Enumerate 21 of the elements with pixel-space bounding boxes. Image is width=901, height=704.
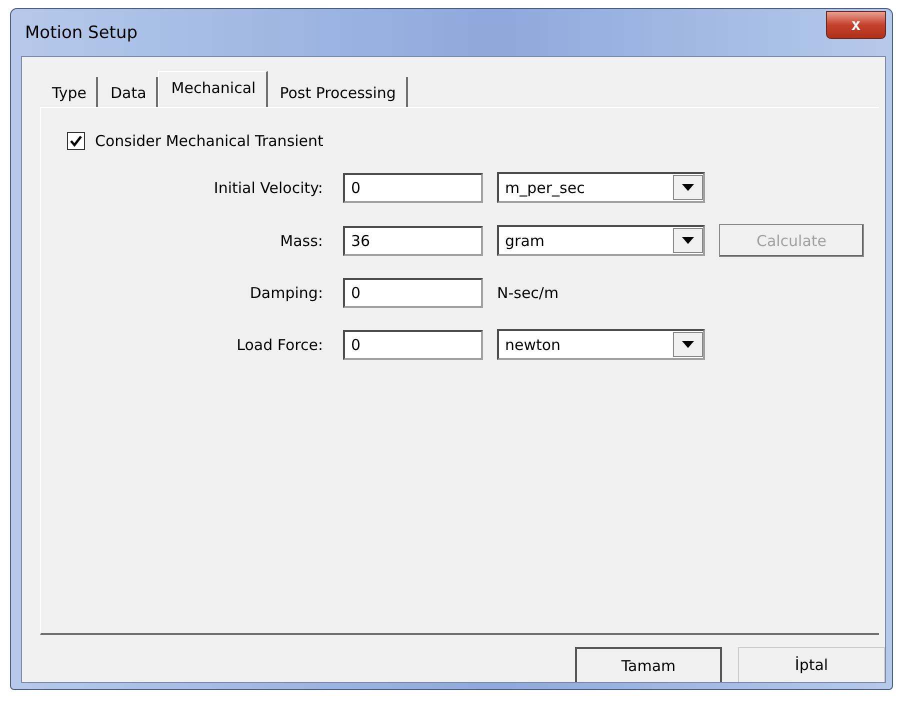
- dialog-button[interactable]: Tamam: [575, 647, 722, 682]
- checkbox[interactable]: [67, 132, 85, 150]
- input-field[interactable]: 0: [343, 172, 483, 202]
- dialog-button[interactable]: İptal: [738, 647, 885, 682]
- tab[interactable]: Post Processing: [268, 77, 408, 107]
- input-field[interactable]: 36: [343, 226, 483, 256]
- field-label: Initial Velocity:: [214, 178, 323, 196]
- unit-label: N-sec/m: [497, 284, 560, 302]
- unit-dropdown[interactable]: newton: [497, 329, 705, 360]
- input-field[interactable]: 0: [343, 278, 483, 308]
- checkbox-label: Consider Mechanical Transient: [95, 132, 324, 150]
- field-label: Load Force:: [236, 336, 323, 354]
- field-label: Damping:: [250, 284, 323, 302]
- unit-dropdown[interactable]: m_per_sec: [497, 172, 705, 203]
- close-button[interactable]: x: [826, 10, 886, 38]
- field-label: Mass:: [280, 232, 323, 250]
- tab[interactable]: Type: [40, 77, 98, 107]
- input-field[interactable]: 0: [343, 330, 483, 360]
- window-title: Motion Setup: [24, 22, 138, 42]
- tab[interactable]: Mechanical: [158, 71, 268, 107]
- unit-dropdown[interactable]: gram: [497, 225, 705, 256]
